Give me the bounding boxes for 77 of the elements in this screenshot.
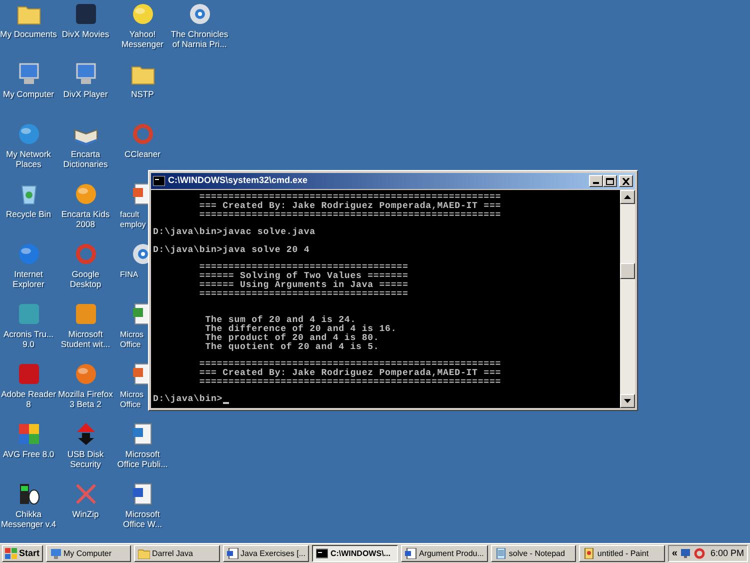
console-line: D:\java\bin>	[153, 395, 223, 404]
windows-flag-icon	[5, 548, 17, 559]
console-line: ====================================================	[198, 360, 502, 369]
taskbar-button[interactable]: Darrel Java	[134, 545, 220, 562]
icon-label[interactable]: Microsoft Office W...	[122, 510, 162, 529]
scroll-up-button[interactable]	[620, 190, 635, 204]
notepad-icon	[494, 548, 507, 559]
tray-expand-button[interactable]: «	[672, 546, 678, 561]
icon-label[interactable]: Microsoft Office Publi...	[117, 450, 168, 469]
console-line: ====================================	[198, 290, 408, 299]
icon-label[interactable]: Google Desktop	[70, 270, 102, 289]
taskbar-button[interactable]: Argument Produ...	[400, 545, 488, 562]
console-line: The quotient of 20 and 4 is 5.	[204, 342, 380, 352]
console-line: === Created By: Jake Rodriguez Pomperada,MAED-IT ===	[198, 202, 502, 211]
close-button[interactable]	[619, 175, 633, 187]
folder-icon	[138, 548, 150, 559]
icon-label[interactable]: DivX Movies	[62, 30, 110, 40]
console-line: === Created By: Jake Rodriguez Pomperada,MAED-IT ===	[198, 368, 502, 378]
taskbar-button[interactable]: My Computer	[46, 545, 132, 562]
console-icon	[153, 176, 165, 186]
icon-label[interactable]: The Chronicles of Narnia Pri...	[170, 30, 228, 49]
taskbar-button[interactable]: untitled - Paint	[579, 545, 665, 562]
up-arrow-icon	[624, 195, 631, 199]
icon-label[interactable]: Mozilla Firefox 3 Beta 2	[58, 390, 113, 409]
icon-label[interactable]: My Documents	[0, 30, 57, 40]
icon-label[interactable]: Encarta Kids 2008	[61, 210, 110, 229]
icon-label[interactable]: CCleaner	[124, 150, 160, 160]
icon-label[interactable]: facult employ	[120, 210, 146, 229]
console-line: ====================================	[198, 263, 408, 272]
document-icon	[404, 548, 417, 559]
scroll-thumb[interactable]	[620, 263, 635, 279]
console-icon	[316, 548, 328, 559]
scrollbar[interactable]	[620, 190, 635, 408]
icon-label[interactable]: NSTP	[131, 90, 154, 100]
icon-label[interactable]: My Computer	[2, 90, 54, 100]
close-icon	[622, 178, 630, 184]
monitor-icon	[50, 548, 62, 559]
console-line: The difference of 20 and 4 is 16.	[204, 324, 397, 334]
console-line: D:\java\bin>java solve 20 4	[153, 246, 310, 255]
icon-label[interactable]: Chikka Messenger v.4	[0, 510, 56, 529]
maximize-button[interactable]	[603, 175, 617, 187]
taskbar-button[interactable]: solve - Notepad	[490, 545, 576, 562]
icon-label[interactable]: Micros Office	[120, 390, 144, 409]
icon-label[interactable]: Encarta Dictionaries	[63, 150, 108, 169]
icon-label[interactable]: FINA	[120, 270, 138, 280]
console-line: ====================================================	[198, 378, 502, 387]
console-line: The product of 20 and 4 is 80.	[204, 334, 380, 343]
paint-icon	[583, 548, 596, 559]
console-line: The sum of 20 and 4 is 24.	[204, 316, 356, 325]
icon-label[interactable]: USB Disk Security	[67, 450, 104, 469]
icon-label[interactable]: Recycle Bin	[6, 210, 51, 220]
window-title: C:\WINDOWS\system32\cmd.exe	[168, 174, 309, 188]
console-line: ====== Solving of Two Values =======	[198, 272, 408, 281]
start-button[interactable]: Start	[2, 545, 43, 562]
icon-label[interactable]: Microsoft Student wit...	[60, 330, 110, 349]
icon-label[interactable]: AVG Free 8.0	[2, 450, 54, 460]
console-line: ====== Using Arguments in Java =====	[198, 280, 408, 290]
clock: 6:00 PM	[710, 546, 744, 560]
scroll-down-button[interactable]	[620, 394, 635, 408]
console-line: ====================================================	[198, 193, 502, 202]
icon-label[interactable]: My Network Places	[6, 150, 51, 169]
taskbar-button[interactable]: Java Exercises [...	[222, 545, 310, 562]
icon-label[interactable]: Adobe Reader 8	[1, 390, 56, 409]
icon-label[interactable]: DivX Player	[63, 90, 108, 100]
monitor-icon[interactable]	[680, 548, 692, 559]
icon-label[interactable]: WinZip	[72, 510, 99, 520]
ring-icon[interactable]	[694, 548, 706, 559]
icon-label[interactable]: Yahoo! Messenger	[121, 30, 164, 49]
icon-label[interactable]: Internet Explorer	[12, 270, 44, 289]
minimize-button[interactable]	[589, 175, 603, 187]
console-line: D:\java\bin>javac solve.java	[153, 228, 316, 237]
console-line: ====================================================	[198, 210, 502, 220]
document-icon	[226, 548, 239, 559]
icon-label[interactable]: Acronis Tru... 9.0	[3, 330, 54, 349]
icon-label[interactable]: Micros Office	[120, 330, 144, 349]
taskbar-button[interactable]: C:\WINDOWS\...	[312, 545, 398, 562]
down-arrow-icon	[624, 399, 631, 403]
